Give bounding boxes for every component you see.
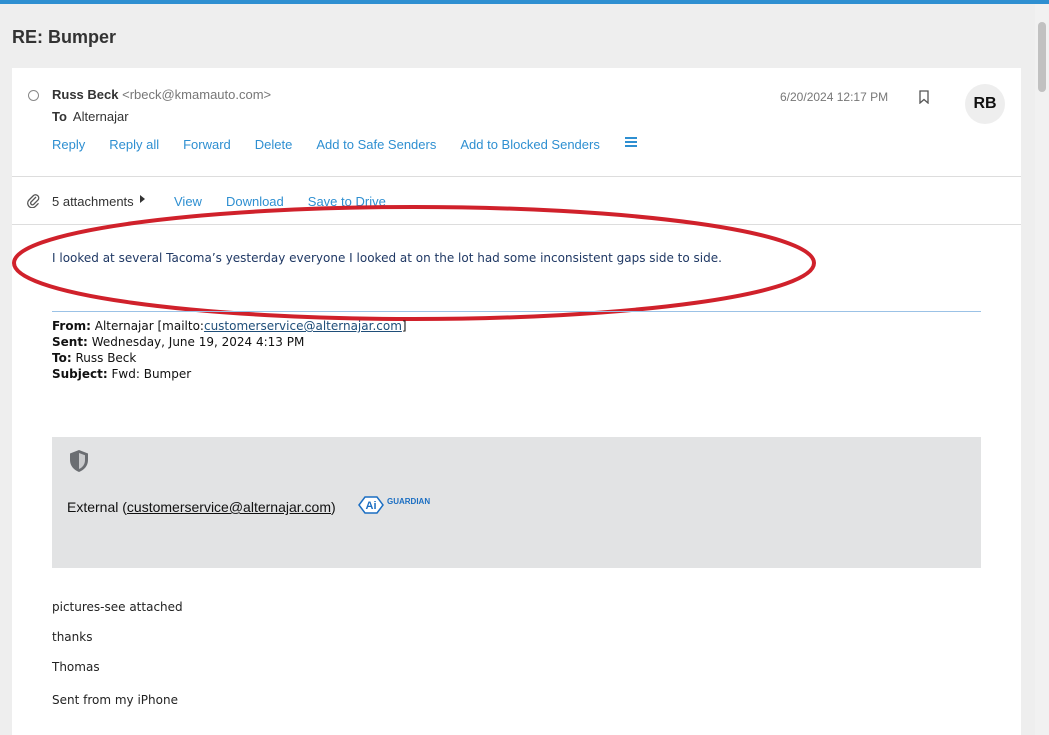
external-prefix: External ( [67, 499, 127, 515]
message-line: pictures-see attached [52, 600, 183, 614]
add-blocked-senders-button[interactable]: Add to Blocked Senders [460, 137, 599, 152]
external-email-link[interactable]: customerservice@alternajar.com [127, 499, 331, 515]
attachment-actions: View Download Save to Drive [174, 194, 410, 209]
expand-caret-icon[interactable] [140, 195, 145, 203]
more-menu-icon[interactable] [625, 136, 637, 147]
reply-button[interactable]: Reply [52, 137, 85, 152]
recipient-name[interactable]: Alternajar [73, 109, 129, 124]
from-label: From: [52, 319, 91, 333]
top-accent-bar [0, 0, 1049, 4]
sent-value: Wednesday, June 19, 2024 4:13 PM [91, 335, 305, 349]
external-warning-banner: External (customerservice@alternajar.com… [52, 437, 981, 568]
scrollbar[interactable] [1035, 4, 1049, 735]
divider [12, 176, 1021, 177]
forward-separator [52, 311, 981, 312]
message-date: 6/20/2024 12:17 PM [780, 90, 889, 104]
svg-text:GUARDIAN: GUARDIAN [387, 497, 430, 506]
forwarded-header: From: Alternajar [mailto:customerservice… [52, 318, 407, 382]
message-actions: Reply Reply all Forward Delete Add to Safe S… [52, 137, 624, 152]
delete-button[interactable]: Delete [255, 137, 293, 152]
from-email-link[interactable]: customerservice@alternajar.com [204, 319, 402, 333]
ai-guardian-logo: Ai GUARDIAN [358, 496, 430, 514]
view-attachments-button[interactable]: View [174, 194, 202, 209]
save-to-drive-button[interactable]: Save to Drive [308, 194, 386, 209]
from-value: Alternajar [mailto: [94, 319, 204, 333]
download-attachments-button[interactable]: Download [226, 194, 284, 209]
sender: Russ Beck <rbeck@kmamauto.com> [52, 87, 271, 102]
divider [12, 224, 1021, 225]
to-label-fwd: To: [52, 351, 72, 365]
forward-button[interactable]: Forward [183, 137, 231, 152]
reply-all-button[interactable]: Reply all [109, 137, 159, 152]
paperclip-icon [27, 194, 40, 208]
sender-name[interactable]: Russ Beck [52, 87, 118, 102]
subject-value: Fwd: Bumper [111, 367, 192, 381]
select-radio[interactable] [28, 90, 39, 101]
recipient-line: To Alternajar [52, 109, 129, 124]
sender-email: <rbeck@kmamauto.com> [122, 87, 272, 102]
message-line: Sent from my iPhone [52, 693, 178, 707]
message-body: I looked at several Tacoma’s yesterday e… [52, 251, 722, 265]
bookmark-icon[interactable] [918, 90, 930, 104]
svg-text:Ai: Ai [366, 500, 377, 512]
shield-icon [70, 450, 88, 472]
message-line: Thomas [52, 660, 100, 674]
external-suffix: ) [330, 499, 336, 515]
sent-label: Sent: [52, 335, 88, 349]
avatar[interactable]: RB [965, 84, 1005, 124]
to-value-fwd: Russ Beck [75, 351, 137, 365]
attachments-toggle[interactable]: 5 attachments [52, 194, 134, 209]
external-sender-notice: External (customerservice@alternajar.com… [67, 499, 336, 515]
to-label: To [52, 109, 67, 124]
message-card: Russ Beck <rbeck@kmamauto.com> To Alterna… [12, 68, 1021, 735]
email-subject: RE: Bumper [12, 27, 117, 47]
add-safe-senders-button[interactable]: Add to Safe Senders [316, 137, 436, 152]
scrollbar-thumb[interactable] [1038, 22, 1046, 92]
annotation-ellipse [12, 205, 816, 321]
message-line: thanks [52, 630, 93, 644]
subject-label: Subject: [52, 367, 108, 381]
from-end: ] [401, 319, 407, 333]
